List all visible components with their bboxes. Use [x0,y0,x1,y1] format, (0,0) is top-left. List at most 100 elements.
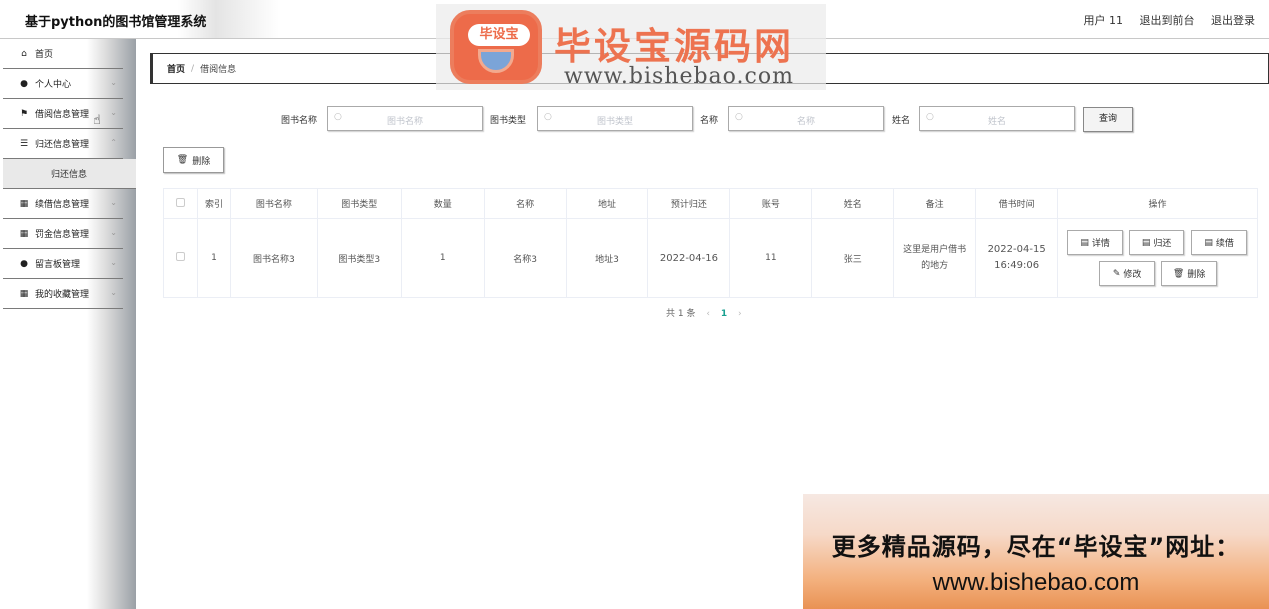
book-name-input[interactable]: ○ 图书名称 [327,106,483,131]
promo-banner: 更多精品源码，尽在“毕设宝”网址： www.bishebao.com [803,494,1269,609]
cell-address: 地址3 [565,218,649,298]
person-label: 姓名 [892,116,911,126]
watermark-logo: 毕设宝 [450,10,542,84]
renew-button[interactable]: ▤ 续借 [1191,230,1248,255]
chevron-down-icon: ⌄ [110,228,117,237]
person-placeholder: 姓名 [987,117,1006,127]
sidebar-item-renew[interactable]: ▦ 续借信息管理 ⌄ [3,189,123,219]
search-form: 图书名称 ○ 图书名称 图书类型 ○ 图书类型 名称 ○ 名称 姓名 ○ 姓名 [0,106,1269,132]
borrow-time-text: 2022-04-15 16:49:06 [987,244,1046,271]
watermark-title: 毕设宝源码网 [554,25,794,68]
row-actions: ▤ 详情 ▤ 归还 ▤ 续借 ✎ 修改 🗑 删除 [1058,219,1257,297]
column-header: 账号 [729,188,813,219]
watermark-face-icon [478,49,514,73]
column-header: 预计归还 [647,188,731,219]
cell-person: 张三 [811,218,895,298]
column-header: 姓名 [811,188,895,219]
column-header: 操作 [1057,188,1258,219]
batch-delete-label: 删除 [192,156,211,167]
breadcrumb-current: 借阅信息 [200,65,237,75]
watermark-url: www.bishebao.com [564,64,794,89]
sidebar-item-label: 个人中心 [35,80,72,90]
user-icon: ● [20,258,28,269]
sidebar-item-label: 罚金信息管理 [35,230,90,240]
cell-actions: ▤ 详情 ▤ 归还 ▤ 续借 ✎ 修改 🗑 删除 [1057,218,1258,298]
cell-book-type: 图书类型3 [316,218,402,298]
submenu-item-return-info[interactable]: 归还信息 [3,159,136,189]
select-all-cell [163,188,198,219]
return-label: 归还 [1153,239,1172,249]
row-checkbox[interactable] [175,252,185,261]
document-icon: ▤ [1141,237,1151,248]
column-header: 名称 [483,188,567,219]
batch-delete-button[interactable]: 🗑 删除 [163,147,224,173]
sidebar-item-label: 我的收藏管理 [35,290,90,300]
delete-label: 删除 [1187,270,1206,280]
promo-line-1: 更多精品源码，尽在“毕设宝”网址： [831,533,1241,561]
cell-index: 1 [196,218,231,298]
cell-expected-return: 2022-04-16 [647,218,731,298]
column-header: 地址 [565,188,649,219]
edit-label: 修改 [1123,270,1142,280]
book-type-label: 图书类型 [490,116,527,126]
logout-link[interactable]: 退出登录 [1211,14,1255,27]
detail-button[interactable]: ▤ 详情 [1067,230,1124,255]
grid-icon: ▦ [19,228,29,239]
grid-icon: ▦ [19,288,29,299]
name-input[interactable]: ○ 名称 [728,106,884,131]
book-name-label: 图书名称 [281,116,318,126]
column-header: 备注 [893,188,977,219]
sidebar-item-favorites[interactable]: ▦ 我的收藏管理 ⌄ [3,279,123,309]
pagination: 共 1 条 ‹ 1 › [666,306,750,319]
person-input[interactable]: ○ 姓名 [919,106,1075,131]
chevron-down-icon: ⌄ [110,288,117,297]
name-label: 名称 [700,116,719,126]
promo-line-2: www.bishebao.com [932,569,1140,596]
next-page-button[interactable]: › [738,309,742,319]
edit-button[interactable]: ✎ 修改 [1099,261,1156,286]
trash-icon: 🗑 [176,155,189,165]
user-icon: ● [20,78,28,89]
table-row: 1 图书名称3 图书类型3 1 名称3 地址3 2022-04-16 11 张三… [163,218,1258,298]
detail-label: 详情 [1091,239,1110,249]
app-title: 基于python的图书馆管理系统 [25,15,207,30]
cell-book-name: 图书名称3 [229,218,318,298]
delete-button[interactable]: 🗑 删除 [1161,261,1218,286]
sidebar-item-profile[interactable]: ● 个人中心 ⌄ [3,69,123,99]
chevron-down-icon: ⌄ [110,78,117,87]
cell-remark: 这里是用户借书的地方 [893,218,977,298]
prev-page-button[interactable]: ‹ [706,309,710,319]
breadcrumb-home[interactable]: 首页 [167,62,185,75]
column-header: 索引 [196,188,231,219]
book-type-input[interactable]: ○ 图书类型 [537,106,693,131]
watermark: 毕设宝 毕设宝源码网 www.bishebao.com [436,4,826,90]
return-button[interactable]: ▤ 归还 [1129,230,1185,255]
home-icon: ⌂ [21,48,27,59]
column-header: 数量 [400,188,485,219]
sidebar-item-messages[interactable]: ● 留言板管理 ⌄ [3,249,123,279]
sidebar-item-return[interactable]: ☰ 归还信息管理 ⌃ [3,129,123,159]
column-header: 借书时间 [975,188,1059,219]
book-type-placeholder: 图书类型 [596,117,633,127]
sidebar-item-home[interactable]: ⌂ 首页 [3,39,123,69]
sidebar-item-label: 归还信息管理 [35,140,90,150]
select-all-checkbox[interactable] [175,197,185,207]
chevron-down-icon: ⌄ [110,198,117,207]
chevron-down-icon: ⌄ [110,258,117,267]
current-user[interactable]: 用户 11 [1084,14,1124,27]
query-button[interactable]: 查询 [1083,107,1133,132]
document-icon: ▤ [1080,237,1089,248]
page-number[interactable]: 1 [721,309,727,319]
edit-icon: ✎ [1112,268,1121,279]
sidebar-item-label: 首页 [35,50,54,60]
name-placeholder: 名称 [796,117,815,127]
sidebar-item-label: 续借信息管理 [35,200,90,210]
table-header-row: 索引 图书名称 图书类型 数量 名称 地址 预计归还 账号 姓名 备注 借书时间… [163,188,1258,219]
watermark-badge-text: 毕设宝 [468,24,530,46]
sidebar-item-label: 留言板管理 [35,260,81,270]
back-to-front-link[interactable]: 退出到前台 [1140,14,1195,27]
trash-icon: 🗑 [1172,268,1185,279]
pagination-total: 共 1 条 [666,309,696,319]
sidebar-item-fine[interactable]: ▦ 罚金信息管理 ⌄ [3,219,123,249]
document-icon: ▤ [1204,237,1213,248]
